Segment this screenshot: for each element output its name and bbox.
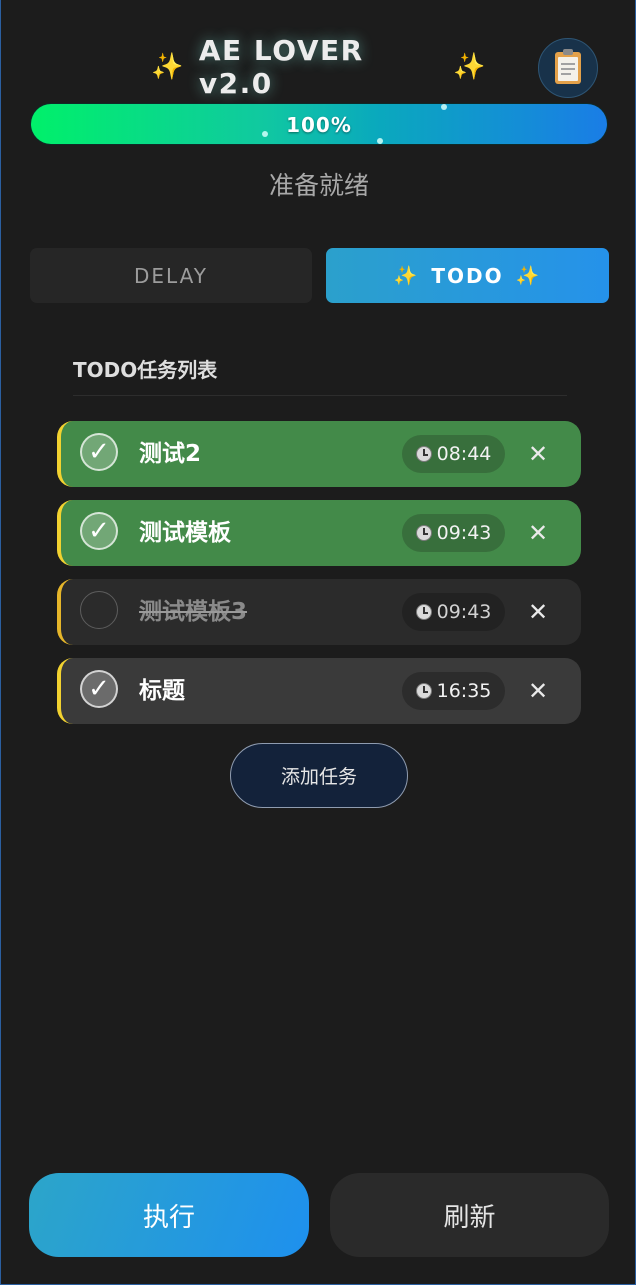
time-badge: 09:43 — [402, 514, 505, 552]
sparkle-icon: ✨ — [453, 52, 487, 82]
time-badge: 08:44 — [402, 435, 505, 473]
app-title-text: AE LOVER v2.0 — [198, 34, 364, 100]
progress-bar: 100% — [31, 104, 607, 144]
todo-item: ✓ 测试模板 09:43 ✕ — [57, 500, 581, 566]
delete-icon[interactable]: ✕ — [519, 672, 557, 710]
time-text: 16:35 — [436, 680, 492, 702]
delete-icon[interactable]: ✕ — [519, 435, 557, 473]
time-text: 08:44 — [436, 443, 492, 465]
tab-delay-label: DELAY — [134, 263, 208, 288]
checkbox-checked-icon[interactable]: ✓ — [80, 670, 118, 708]
tab-todo[interactable]: ✨ TODO ✨ — [326, 248, 609, 303]
time-badge: 16:35 — [402, 672, 505, 710]
status-text: 准备就绪 — [268, 171, 369, 200]
tab-todo-label: TODO — [431, 263, 504, 288]
delete-icon[interactable]: ✕ — [519, 514, 557, 552]
todo-item: ✓ 测试2 08:44 ✕ — [57, 421, 581, 487]
clipboard-icon — [555, 49, 581, 84]
checkbox-checked-icon[interactable]: ✓ — [80, 433, 118, 471]
todo-list: ✓ 测试2 08:44 ✕ ✓ 测试模板 09:43 ✕ 测试模板3 09:43… — [57, 421, 581, 737]
clipboard-button[interactable] — [538, 38, 598, 98]
time-text: 09:43 — [436, 522, 492, 544]
app-title: ✨ AE LOVER v2.0 ✨ — [151, 34, 487, 100]
refresh-button[interactable]: 刷新 — [330, 1173, 609, 1257]
todo-item-text: 测试模板3 — [139, 599, 248, 625]
clock-icon — [415, 525, 432, 541]
todo-item: ✓ 标题 16:35 ✕ — [57, 658, 581, 724]
todo-item: 测试模板3 09:43 ✕ — [57, 579, 581, 645]
todo-item-text: 标题 — [139, 678, 185, 704]
progress-label: 100% — [286, 113, 352, 137]
add-task-button[interactable]: 添加任务 — [230, 743, 408, 808]
execute-button[interactable]: 执行 — [29, 1173, 309, 1257]
clock-icon — [415, 683, 432, 699]
todo-list-title: TODO任务列表 — [73, 354, 567, 396]
clock-icon — [415, 446, 432, 462]
checkbox-checked-icon[interactable]: ✓ — [80, 512, 118, 550]
delete-icon[interactable]: ✕ — [519, 593, 557, 631]
sparkle-icon: ✨ — [393, 265, 420, 287]
sparkle-icon: ✨ — [515, 265, 542, 287]
sparkle-icon: ✨ — [151, 52, 185, 82]
todo-item-text: 测试模板 — [139, 520, 231, 546]
checkbox-unchecked-icon[interactable] — [80, 591, 118, 629]
time-text: 09:43 — [436, 601, 492, 623]
tab-delay[interactable]: DELAY — [30, 248, 312, 303]
todo-item-text: 测试2 — [139, 441, 202, 467]
time-badge: 09:43 — [402, 593, 505, 631]
clock-icon — [415, 604, 432, 620]
